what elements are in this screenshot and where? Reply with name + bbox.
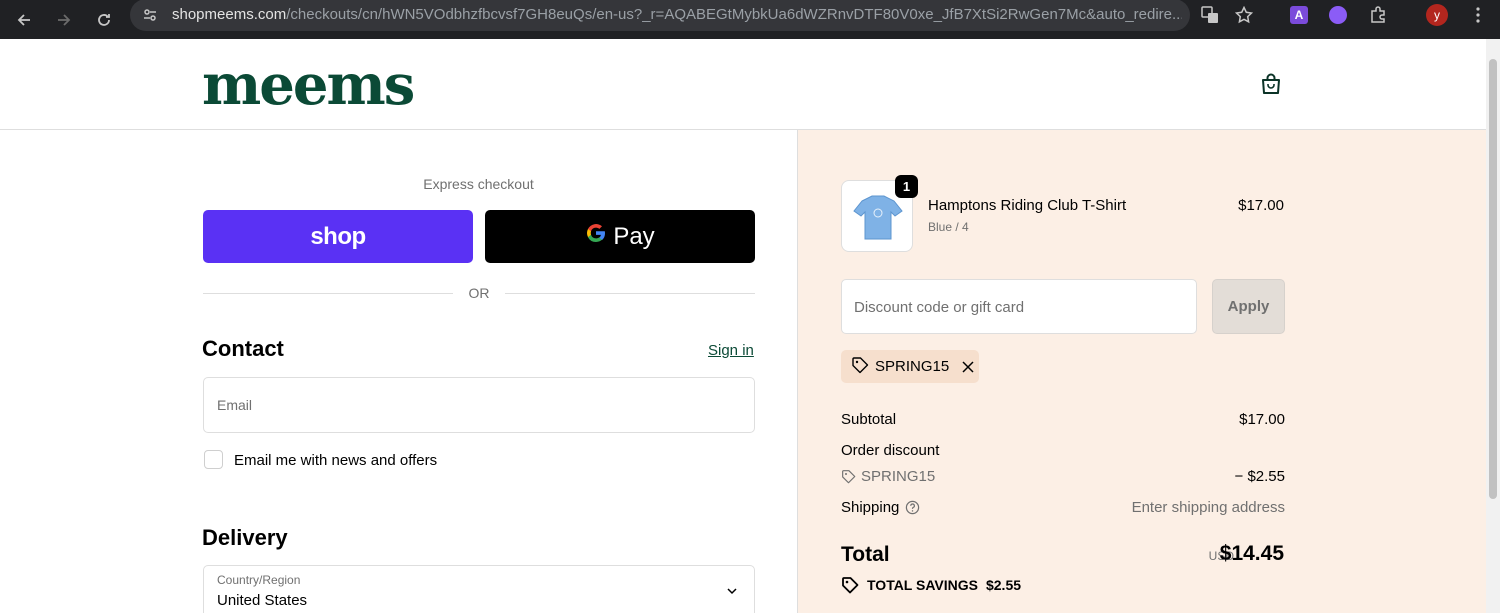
total-value: $14.45 <box>1219 542 1284 565</box>
bookmark-star-icon[interactable] <box>1233 4 1255 26</box>
discount-value: − $2.55 <box>1234 468 1285 485</box>
product-variant: Blue / 4 <box>928 220 969 234</box>
savings-tag-icon <box>841 576 859 594</box>
express-checkout-label: Express checkout <box>423 176 534 192</box>
kebab-menu-icon[interactable] <box>1467 4 1489 26</box>
google-pay-label: Pay <box>613 222 655 250</box>
shop-pay-button[interactable]: shop <box>203 210 473 263</box>
or-label: OR <box>468 285 490 301</box>
discount-code-line: SPRING15 <box>841 468 935 485</box>
order-discount-label: Order discount <box>841 442 940 459</box>
savings-label: TOTAL SAVINGS <box>867 577 978 593</box>
subtotal-value: $17.00 <box>1239 411 1285 428</box>
discount-placeholder: Discount code or gift card <box>854 299 1025 316</box>
sign-in-link[interactable]: Sign in <box>708 342 754 359</box>
chevron-down-icon <box>726 584 738 596</box>
translate-icon[interactable] <box>1199 4 1221 26</box>
shipping-label: Shipping <box>841 499 900 516</box>
extension-purple-icon[interactable] <box>1327 4 1349 26</box>
help-circle-icon[interactable] <box>905 500 920 515</box>
shopping-bag-icon[interactable] <box>1259 72 1283 96</box>
total-savings: TOTAL SAVINGS $2.55 <box>841 576 1021 594</box>
applied-discount-chip: SPRING15 <box>841 350 979 383</box>
newsletter-checkbox[interactable] <box>204 450 223 469</box>
back-icon[interactable] <box>14 10 34 30</box>
address-bar[interactable]: shopmeems.com/checkouts/cn/hWN5VOdbhzfbc… <box>130 0 1190 31</box>
tag-small-icon <box>841 469 856 484</box>
subtotal-label: Subtotal <box>841 411 897 428</box>
meems-logo[interactable]: meems <box>202 57 415 113</box>
google-pay-button[interactable]: Pay <box>485 210 755 263</box>
email-field[interactable]: Email <box>203 377 755 433</box>
product-price: $17.00 <box>1238 197 1284 214</box>
scrollbar-thumb[interactable] <box>1489 59 1497 499</box>
discount-code-input[interactable]: Discount code or gift card <box>841 279 1197 334</box>
savings-value: $2.55 <box>985 577 1022 593</box>
apply-button[interactable]: Apply <box>1212 279 1285 334</box>
discount-code-label: SPRING15 <box>861 468 936 485</box>
quantity-badge: 1 <box>895 175 918 198</box>
forward-icon[interactable] <box>54 10 74 30</box>
delivery-heading: Delivery <box>202 525 288 550</box>
site-info-icon[interactable] <box>142 7 158 28</box>
applied-code-label: SPRING15 <box>875 358 950 375</box>
email-placeholder: Email <box>217 397 253 413</box>
reload-icon[interactable] <box>94 10 114 30</box>
total-label: Total <box>841 543 890 566</box>
checkout-form: Express checkout shop Pay OR Contact Sig… <box>0 130 797 613</box>
remove-discount-icon[interactable] <box>961 360 975 374</box>
tag-icon <box>851 356 869 378</box>
product-name: Hamptons Riding Club T-Shirt <box>928 197 1127 214</box>
google-g-icon <box>585 222 607 251</box>
url-text: shopmeems.com/checkouts/cn/hWN5VOdbhzfbc… <box>172 6 1182 23</box>
country-select[interactable]: Country/Region United States <box>203 565 755 613</box>
shipping-label-group: Shipping <box>841 499 920 516</box>
extensions-puzzle-icon[interactable] <box>1367 4 1389 26</box>
browser-toolbar: shopmeems.com/checkouts/cn/hWN5VOdbhzfbc… <box>0 0 1500 39</box>
shop-pay-label: shop <box>310 222 366 250</box>
country-value: United States <box>217 592 308 609</box>
contact-heading: Contact <box>202 336 284 361</box>
page-scrollbar[interactable] <box>1486 39 1500 613</box>
extension-a-icon[interactable]: A <box>1288 4 1310 26</box>
site-header: meems <box>0 39 1486 130</box>
newsletter-label: Email me with news and offers <box>234 452 438 469</box>
order-summary: 1 Hamptons Riding Club T-Shirt Blue / 4 … <box>797 130 1486 613</box>
profile-avatar-icon[interactable]: y <box>1426 4 1448 26</box>
country-label: Country/Region <box>217 573 301 587</box>
shipping-value: Enter shipping address <box>1131 499 1285 516</box>
